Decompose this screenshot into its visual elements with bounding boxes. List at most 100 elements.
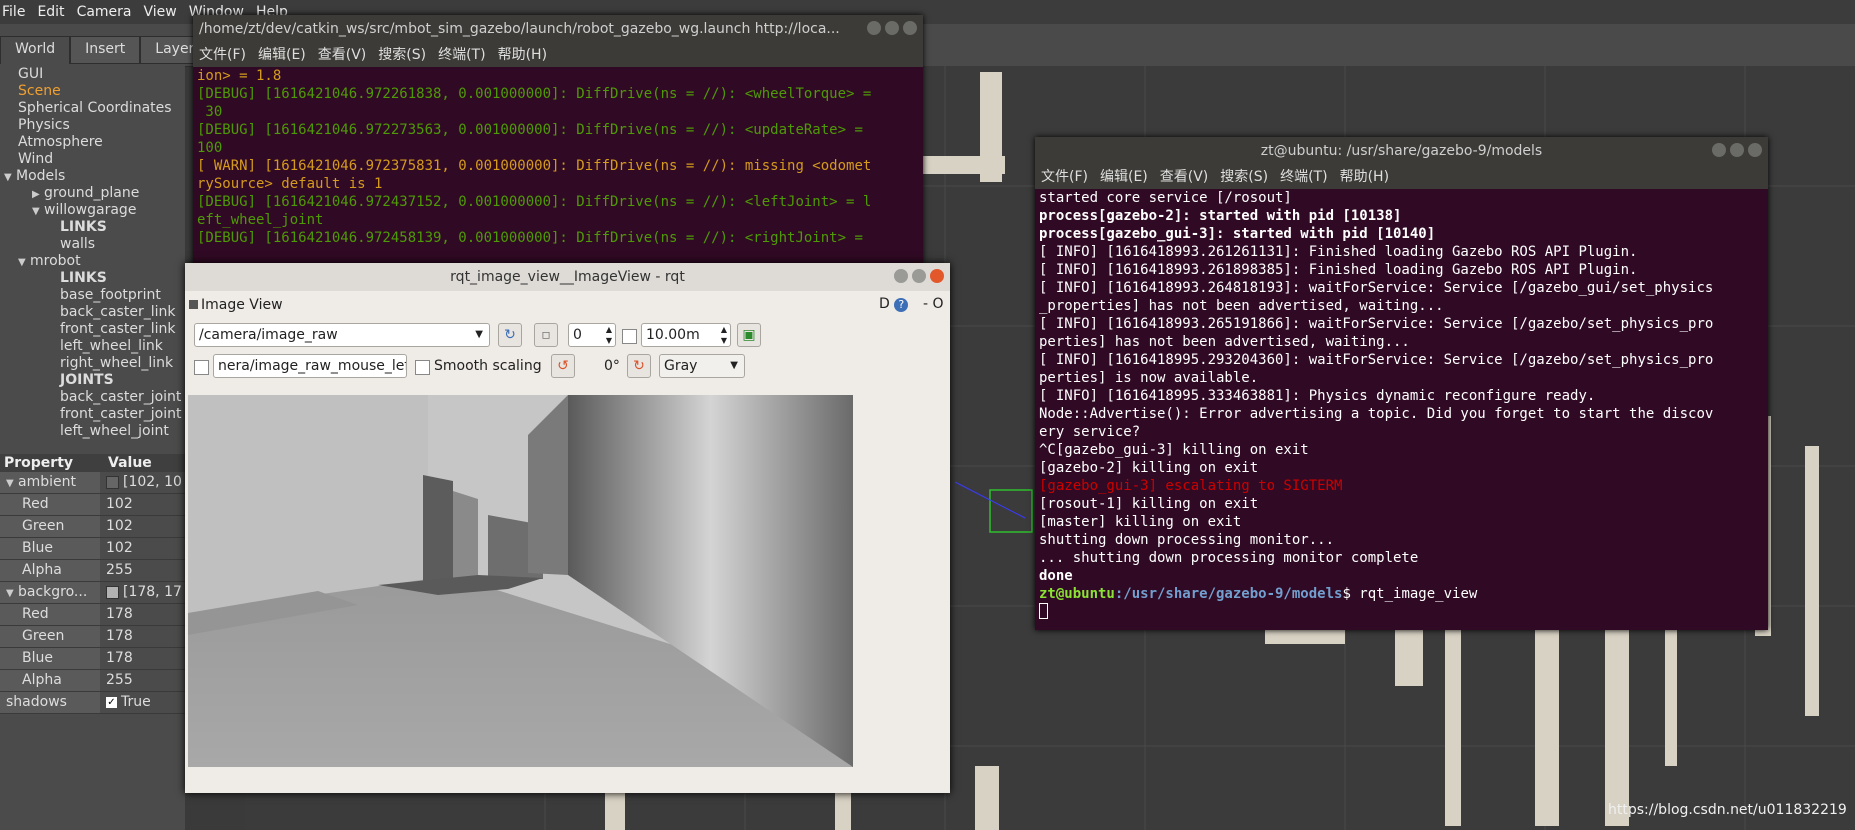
maximize-icon[interactable] [912,269,926,283]
terminal-menu-item[interactable]: 终端(T) [1280,169,1327,185]
property-row[interactable]: shadows ✓ True [0,692,185,714]
terminal-menu-item[interactable]: 查看(V) [318,47,367,63]
maximize-icon[interactable] [1730,143,1744,157]
expand-down-icon[interactable]: ▼ [32,203,44,220]
tree-item[interactable]: left_wheel_link [0,338,185,355]
tree-item[interactable]: LINKS [0,219,185,236]
tree-item[interactable]: ▼ willowgarage [0,202,185,219]
smooth-scaling-checkbox[interactable] [415,360,430,375]
tree-item[interactable]: left_wheel_joint [0,423,185,440]
rotate-left-icon[interactable]: ↺ [551,354,575,378]
tree-item[interactable]: Physics [0,117,185,134]
dock-d-label[interactable]: D [879,296,890,312]
tree-item[interactable]: Wind [0,151,185,168]
rotate-right-icon[interactable]: ↻ [627,354,651,378]
minimize-icon[interactable] [867,21,881,35]
property-value[interactable]: 178 [100,604,185,625]
tree-item[interactable]: back_caster_link [0,304,185,321]
camera-image[interactable] [188,395,853,767]
tree-item[interactable]: front_caster_joint [0,406,185,423]
terminal-menu-item[interactable]: 帮助(H) [498,47,547,63]
launch-terminal-titlebar[interactable]: /home/zt/dev/catkin_ws/src/mbot_sim_gaze… [193,15,923,43]
terminal-menu-item[interactable]: 搜索(S) [1220,169,1268,185]
terminal-menu-item[interactable]: 文件(F) [1041,169,1088,185]
expand-right-icon[interactable]: ▶ [32,186,44,203]
shell-terminal-titlebar[interactable]: zt@ubuntu: /usr/share/gazebo-9/models [1035,137,1768,165]
tree-item[interactable]: ▼ Models [0,168,185,185]
close-icon[interactable] [930,269,944,283]
property-value[interactable]: 178 [100,648,185,669]
menu-file[interactable]: File [0,4,25,20]
property-row[interactable]: Alpha 255 [0,560,185,582]
expand-down-icon[interactable]: ▼ [4,169,16,186]
shell-prompt-line[interactable]: zt@ubuntu:/usr/share/gazebo-9/models$ rq… [1035,585,1768,603]
shell-terminal-window[interactable]: zt@ubuntu: /usr/share/gazebo-9/models 文件… [1035,137,1768,630]
property-value[interactable]: 178 [100,626,185,647]
close-icon[interactable] [1748,143,1762,157]
menu-view[interactable]: View [142,4,177,20]
terminal-menu-item[interactable]: 编辑(E) [258,47,306,63]
tab-world[interactable]: World [0,36,71,64]
terminal-menu-item[interactable]: 终端(T) [438,47,485,63]
expand-down-icon[interactable]: ▼ [6,473,18,494]
color-mode-select[interactable]: Gray ▼ [659,354,745,378]
property-value[interactable]: 102 [100,516,185,537]
distance-checkbox[interactable] [622,329,637,344]
expand-down-icon[interactable]: ▼ [18,254,30,271]
terminal-menu-item[interactable]: 编辑(E) [1100,169,1148,185]
tree-item[interactable]: Atmosphere [0,134,185,151]
property-row[interactable]: ▼ backgro... [178, 17 [0,582,185,604]
checkbox-icon[interactable]: ✓ [106,696,117,708]
tree-item[interactable]: ▼ mrobot [0,253,185,270]
tree-item[interactable]: walls [0,236,185,253]
mouse-topic-input[interactable]: nera/image_raw_mouse_left [213,354,407,378]
property-value[interactable]: 255 [100,670,185,691]
property-row[interactable]: Green 102 [0,516,185,538]
tree-item[interactable]: JOINTS [0,372,185,389]
property-row[interactable]: Red 178 [0,604,185,626]
dock-float-controls[interactable]: - O [923,296,944,312]
close-icon[interactable] [903,21,917,35]
tree-item[interactable]: base_footprint [0,287,185,304]
maximize-icon[interactable] [885,21,899,35]
rqt-titlebar[interactable]: rqt_image_view__ImageView - rqt [185,263,950,291]
property-row[interactable]: Green 178 [0,626,185,648]
tree-item[interactable]: Spherical Coordinates [0,100,185,117]
rqt-image-view-window[interactable]: rqt_image_view__ImageView - rqt Image Vi… [185,263,950,793]
refresh-icon[interactable]: ↻ [498,323,522,347]
menu-camera[interactable]: Camera [75,4,132,20]
dock-help-label[interactable]: D ? [879,296,909,312]
property-row[interactable]: Alpha 255 [0,670,185,692]
terminal-menu-item[interactable]: 文件(F) [199,47,246,63]
terminal-menu-item[interactable]: 搜索(S) [378,47,426,63]
property-row[interactable]: ▼ ambient [102, 10 [0,472,185,494]
tree-item[interactable]: back_caster_joint [0,389,185,406]
tab-insert[interactable]: Insert [70,36,141,64]
terminal-menu-item[interactable]: 帮助(H) [1340,169,1389,185]
tree-item[interactable]: front_caster_link [0,321,185,338]
property-value[interactable]: 255 [100,560,185,581]
tree-item[interactable]: right_wheel_link [0,355,185,372]
zoom-fit-icon[interactable]: ▫ [534,323,558,347]
help-icon[interactable]: ? [894,298,909,312]
expand-down-icon[interactable]: ▼ [6,583,18,604]
property-value[interactable]: [102, 10 [100,472,185,493]
tree-item[interactable]: GUI [0,66,185,83]
mouse-publish-checkbox[interactable] [194,360,209,375]
tree-item[interactable]: ▶ ground_plane [0,185,185,202]
distance-spinbox[interactable]: 10.00m ▲ ▼ [641,323,731,347]
property-value[interactable]: [178, 17 [100,582,185,603]
topic-select[interactable]: /camera/image_raw ▼ [194,323,490,347]
property-row[interactable]: Blue 102 [0,538,185,560]
minimize-icon[interactable] [1712,143,1726,157]
terminal-menu-item[interactable]: 查看(V) [1160,169,1209,185]
launch-terminal-window[interactable]: /home/zt/dev/catkin_ws/src/mbot_sim_gaze… [193,15,923,265]
property-value[interactable]: ✓ True [100,692,185,713]
menu-edit[interactable]: Edit [35,4,64,20]
property-row[interactable]: Blue 178 [0,648,185,670]
tree-item[interactable]: LINKS [0,270,185,287]
property-value[interactable]: 102 [100,538,185,559]
shell-terminal-output[interactable]: started core service [/rosout] process[ga… [1035,189,1768,585]
zoom-spinbox[interactable]: 0 ▲ ▼ [568,323,616,347]
minimize-icon[interactable] [894,269,908,283]
